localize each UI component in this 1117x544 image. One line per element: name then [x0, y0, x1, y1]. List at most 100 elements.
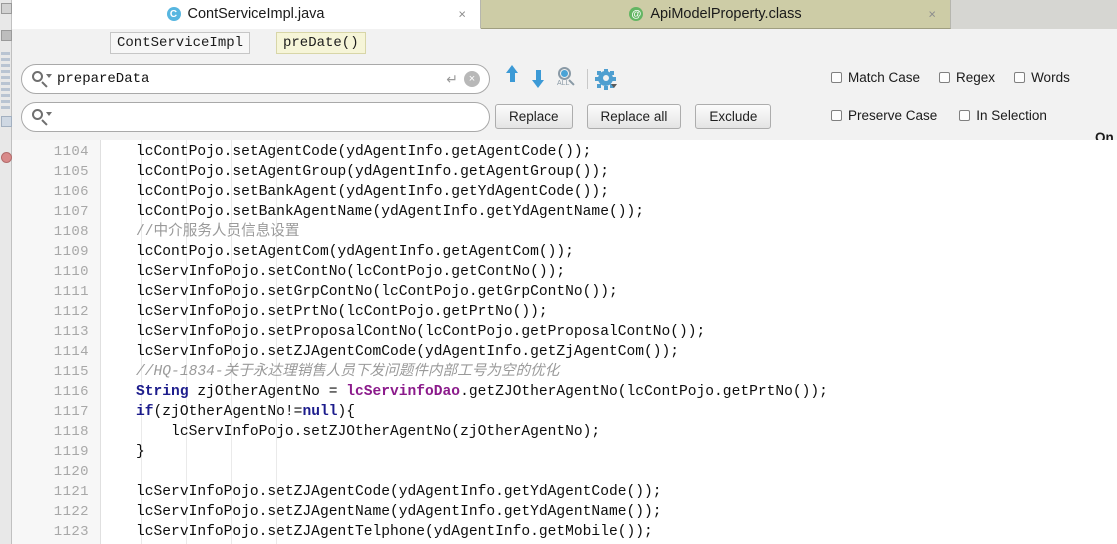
code-line[interactable]: lcServInfoPojo.setPrtNo(lcContPojo.getPr… [101, 302, 1117, 322]
close-icon[interactable]: × [458, 8, 466, 21]
code-token: lcServInfoPojo.setZJAgentComCode(ydAgent… [101, 344, 680, 360]
replace-input[interactable] [55, 109, 489, 125]
replace-field[interactable] [21, 102, 490, 132]
line-number: 1119 [53, 444, 89, 460]
code-line[interactable]: } [101, 442, 1117, 462]
arrow-up-icon[interactable] [499, 65, 525, 92]
gear-icon[interactable] [595, 68, 617, 91]
line-number: 1116 [53, 384, 89, 400]
find-all-icon[interactable]: ALL [554, 66, 580, 92]
checkbox-icon[interactable] [831, 72, 842, 83]
checkbox-icon[interactable] [1014, 72, 1026, 83]
code-line[interactable]: lcServInfoPojo.setZJOtherAgentNo(zjOther… [101, 422, 1117, 442]
toolbar-separator [587, 69, 588, 89]
code-line[interactable]: lcServInfoPojo.setZJAgentCode(ydAgentInf… [101, 482, 1117, 502]
replace-all-button[interactable]: Replace all [586, 104, 682, 129]
code-token: lcServinfoDao [346, 384, 461, 400]
code-token: lcContPojo.setAgentCom(ydAgentInfo.getAg… [101, 244, 574, 260]
editor-tab-bar: C ContServiceImpl.java × @ ApiModelPrope… [11, 0, 1117, 29]
code-token: lcServInfoPojo.setGrpContNo(lcContPojo.g… [101, 284, 618, 300]
code-line[interactable]: lcContPojo.setAgentCom(ydAgentInfo.getAg… [101, 242, 1117, 262]
tool-window-icon-2[interactable] [1, 30, 12, 41]
tab-label: ContServiceImpl.java [187, 6, 325, 22]
tool-window-icon-1[interactable] [1, 3, 12, 14]
structure-marker [1, 94, 10, 97]
code-editor[interactable]: 1104 1105 1106 1107 1108 1109 1110 1111 1112 1113… [11, 140, 1117, 544]
code-token: } [101, 444, 145, 460]
line-number: 1118 [53, 424, 89, 440]
option-preserve-case[interactable]: Preserve Case [831, 108, 937, 123]
code-line[interactable]: lcContPojo.setBankAgent(ydAgentInfo.getY… [101, 182, 1117, 202]
clear-search-icon[interactable]: × [464, 71, 480, 87]
code-line[interactable]: String zjOtherAgentNo = lcServinfoDao.ge… [101, 382, 1117, 402]
structure-marker [1, 100, 10, 103]
code-line[interactable]: lcServInfoPojo.setProposalContNo(lcContP… [101, 322, 1117, 342]
option-label: Words [1031, 70, 1070, 85]
code-line[interactable]: lcServInfoPojo.setGrpContNo(lcContPojo.g… [101, 282, 1117, 302]
replace-buttons: Replace Replace all Exclude [495, 104, 772, 129]
option-regex[interactable]: Regex [939, 70, 995, 85]
line-number: 1111 [53, 284, 89, 300]
structure-marker [1, 88, 10, 91]
search-input[interactable] [55, 71, 447, 87]
code-token: lcServInfoPojo.setZJOtherAgentNo(zjOther… [101, 424, 601, 440]
code-line[interactable]: //HQ-1834-关于永达理销售人员下发问题件内部工号为空的优化 [101, 362, 1117, 382]
tab-cont-service-impl[interactable]: C ContServiceImpl.java × [11, 0, 481, 29]
code-token: (zjOtherAgentNo!= [153, 404, 303, 420]
exclude-button[interactable]: Exclude [695, 104, 772, 129]
ide-window: C ContServiceImpl.java × @ ApiModelPrope… [0, 0, 1117, 544]
structure-marker [1, 58, 10, 61]
code-area[interactable]: lcContPojo.setAgentCode(ydAgentInfo.getA… [101, 140, 1117, 544]
tool-window-icon-3[interactable] [1, 116, 12, 127]
option-match-case[interactable]: Match Case [831, 70, 920, 85]
find-options-row-2: Preserve Case In Selection [831, 108, 1047, 123]
code-line[interactable]: lcServInfoPojo.setZJAgentName(ydAgentInf… [101, 502, 1117, 522]
option-words[interactable]: Words [1014, 70, 1070, 85]
search-icon[interactable] [31, 68, 55, 90]
tab-api-model-property[interactable]: @ ApiModelProperty.class × [481, 0, 951, 29]
code-token: String [136, 384, 189, 400]
left-tool-strip[interactable] [0, 0, 12, 544]
code-token: lcContPojo.setBankAgentName(ydAgentInfo.… [101, 204, 644, 220]
code-line[interactable]: if(zjOtherAgentNo!=null){ [101, 402, 1117, 422]
breakpoint-icon[interactable] [1, 152, 12, 163]
code-token: .getZJOtherAgentNo(lcContPojo.getPrtNo()… [460, 384, 828, 400]
line-number: 1106 [53, 184, 89, 200]
checkbox-icon[interactable] [831, 110, 842, 121]
arrow-down-icon[interactable] [525, 66, 551, 92]
line-number: 1114 [53, 344, 89, 360]
code-line[interactable]: lcContPojo.setAgentCode(ydAgentInfo.getA… [101, 142, 1117, 162]
structure-marker [1, 70, 10, 73]
structure-marker [1, 82, 10, 85]
line-number: 1121 [53, 484, 89, 500]
code-token: ){ [337, 404, 355, 420]
close-icon[interactable]: × [928, 8, 936, 21]
checkbox-icon[interactable] [959, 110, 971, 121]
code-token: lcServInfoPojo.setPrtNo(lcContPojo.getPr… [101, 304, 548, 320]
code-token: lcContPojo.setAgentCode(ydAgentInfo.getA… [101, 144, 592, 160]
code-line[interactable]: //中介服务人员信息设置 [101, 222, 1117, 242]
annotation-icon: @ [629, 7, 644, 21]
option-in-selection[interactable]: In Selection [959, 108, 1047, 123]
replace-search-icon[interactable] [31, 106, 55, 128]
breadcrumb-class[interactable]: ContServiceImpl [110, 32, 251, 54]
line-number: 1108 [53, 224, 89, 240]
code-token: lcContPojo.setBankAgent(ydAgentInfo.getY… [101, 184, 609, 200]
enter-icon[interactable]: ↵ [446, 72, 458, 86]
code-line[interactable] [101, 462, 1117, 482]
code-line[interactable]: lcServInfoPojo.setContNo(lcContPojo.getC… [101, 262, 1117, 282]
replace-button[interactable]: Replace [495, 104, 573, 129]
line-number-gutter: 1104 1105 1106 1107 1108 1109 1110 1111 1112 1113… [11, 140, 101, 544]
search-field[interactable]: ↵ × [21, 64, 490, 94]
code-line[interactable]: lcContPojo.setBankAgentName(ydAgentInfo.… [101, 202, 1117, 222]
find-options-row-1: Match Case Regex Words [831, 70, 1070, 85]
code-line[interactable]: lcServInfoPojo.setZJAgentComCode(ydAgent… [101, 342, 1117, 362]
code-line[interactable]: lcContPojo.setAgentGroup(ydAgentInfo.get… [101, 162, 1117, 182]
code-line[interactable]: lcServInfoPojo.setZJAgentTelphone(ydAgen… [101, 522, 1117, 542]
java-class-icon: C [166, 7, 181, 21]
find-replace-panel: ↵ × ALL [11, 58, 1117, 145]
breadcrumb-method[interactable]: preDate() [276, 32, 366, 54]
code-token: if [136, 404, 154, 420]
checkbox-icon[interactable] [939, 72, 951, 83]
